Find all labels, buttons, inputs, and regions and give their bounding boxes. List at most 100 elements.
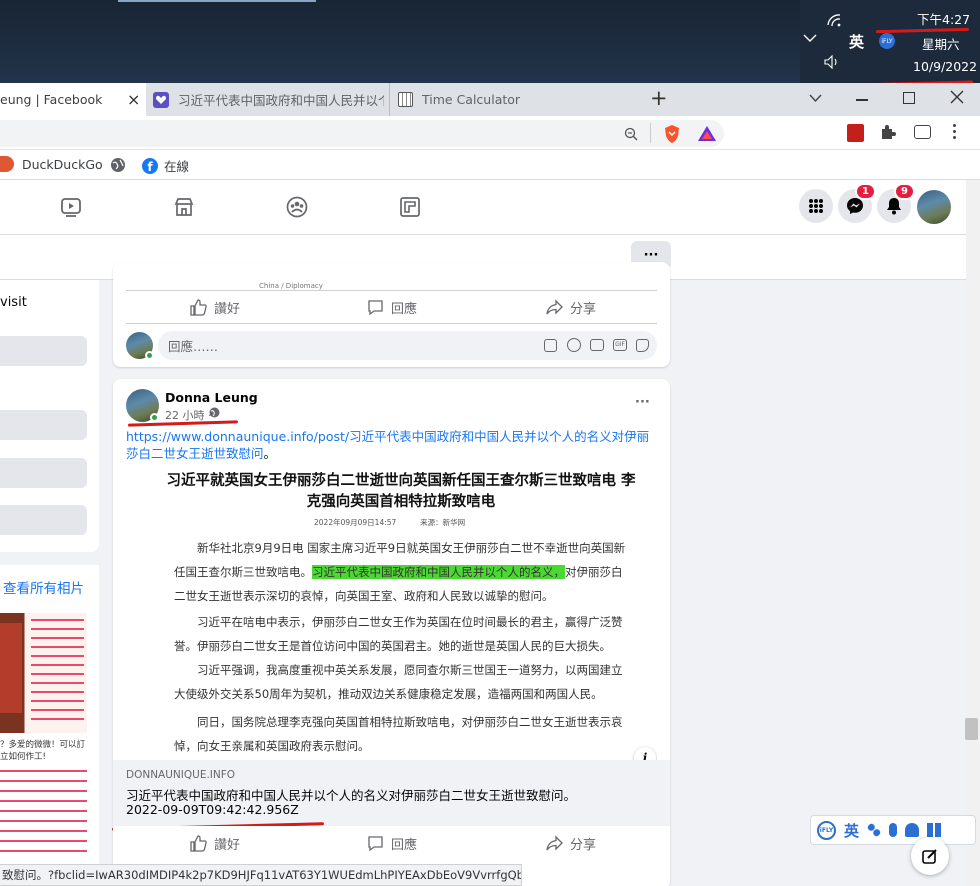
article-paragraph-3: 习近平强调，我高度重视中英关系发展，愿同查尔斯三世国王一道努力，以两国建立大使级… bbox=[174, 663, 623, 701]
zoom-icon[interactable] bbox=[624, 127, 638, 141]
windows-taskbar: 下午4:27 英 iFLY 星期六 10/9/2022 bbox=[0, 0, 980, 87]
link-preview-footer[interactable]: DONNAUNIQUE.INFO 习近平代表中国政府和中国人民并以个人的名义对伊… bbox=[113, 760, 670, 826]
article-paragraph-4: 同日，国务院总理李克强向英国首相特拉斯致唁电，对伊丽莎白二世女王逝世表示哀悼，向… bbox=[174, 715, 623, 753]
post-link-url[interactable]: https://www.donnaunique.info/post/习近平代表中… bbox=[126, 429, 649, 461]
ifly-logo-icon[interactable]: iFLY bbox=[817, 820, 836, 840]
intro-button[interactable] bbox=[0, 336, 87, 366]
ime-language-toggle[interactable]: 英 bbox=[844, 820, 859, 841]
tab-search-chevron-icon[interactable] bbox=[809, 94, 822, 103]
comment-button[interactable]: 回應 bbox=[367, 298, 417, 317]
like-button[interactable]: 讚好 bbox=[190, 834, 240, 853]
site-favicon-icon bbox=[153, 91, 169, 108]
bookmark-label: DuckDuckGo bbox=[22, 156, 103, 172]
groups-icon[interactable] bbox=[286, 196, 308, 218]
messenger-badge: 1 bbox=[855, 183, 876, 200]
maximize-icon[interactable] bbox=[903, 92, 915, 104]
photo-thumbnail-2[interactable] bbox=[0, 770, 87, 860]
user-icon[interactable] bbox=[905, 823, 920, 837]
microphone-icon[interactable] bbox=[889, 823, 898, 837]
scrollbar-thumb[interactable] bbox=[965, 718, 978, 740]
online-status-dot bbox=[150, 413, 159, 422]
ifly-ime-toolbar: iFLY 英 bbox=[810, 815, 976, 845]
wifi-icon[interactable] bbox=[826, 12, 842, 28]
article-meta: 2022年09月09日14:57 来源：新华网 bbox=[314, 518, 466, 527]
window-close-icon[interactable] bbox=[950, 90, 964, 104]
omnibox[interactable] bbox=[0, 120, 724, 147]
comment-button[interactable]: 回應 bbox=[367, 834, 417, 853]
tab-facebook[interactable]: eung | Facebook × bbox=[0, 83, 146, 116]
intro-button[interactable] bbox=[0, 458, 87, 488]
intro-button[interactable] bbox=[0, 410, 87, 440]
camera-icon[interactable] bbox=[590, 339, 604, 351]
article-preview-image[interactable]: 习近平就英国女王伊丽莎白二世逝世向英国新任国王查尔斯三世致唁电 李克强向英国首相… bbox=[126, 470, 657, 760]
facebook-top-nav: 1 9 bbox=[0, 180, 966, 235]
post-actions-bar: 讚好 回應 分享 bbox=[113, 826, 670, 866]
tab-label: Time Calculator bbox=[422, 92, 521, 107]
photo-text-lines bbox=[31, 619, 84, 727]
pdf-extension-icon[interactable] bbox=[847, 124, 864, 142]
browser-tab-bar: eung | Facebook × 习近平代表中国政府和中国人民并以个 Time… bbox=[0, 83, 980, 116]
thumbs-up-icon bbox=[190, 835, 207, 852]
minimize-icon[interactable] bbox=[856, 99, 868, 101]
intro-text: visit bbox=[0, 295, 27, 310]
post-card-previous: China / Diplomacy 讚好 回應 分享 回應…… GIF bbox=[113, 262, 670, 367]
menu-grid-button[interactable] bbox=[799, 189, 833, 223]
intro-button[interactable] bbox=[0, 505, 87, 535]
divider bbox=[126, 323, 657, 324]
wallet-icon[interactable] bbox=[914, 125, 931, 139]
page-scrollbar[interactable] bbox=[966, 180, 980, 886]
share-button[interactable]: 分享 bbox=[546, 834, 596, 853]
share-icon bbox=[546, 835, 563, 851]
tab-time-calculator[interactable]: Time Calculator bbox=[390, 83, 634, 116]
clock-time[interactable]: 下午4:27 bbox=[917, 9, 970, 28]
marketplace-icon[interactable] bbox=[173, 196, 195, 218]
speaker-icon[interactable] bbox=[824, 55, 840, 69]
gaming-icon[interactable] bbox=[399, 196, 421, 218]
emoji-icon[interactable] bbox=[567, 338, 581, 352]
ime-language-indicator[interactable]: 英 bbox=[849, 31, 864, 52]
new-tab-button[interactable]: + bbox=[650, 86, 668, 110]
bookmark-online[interactable]: f 在線 bbox=[142, 156, 189, 175]
taskbar-background bbox=[0, 0, 800, 83]
bookmark-duckduckgo[interactable]: DuckDuckGo bbox=[0, 156, 103, 172]
photo-thumbnail[interactable] bbox=[0, 613, 87, 733]
date-label[interactable]: 10/9/2022 bbox=[913, 59, 977, 74]
bookmarks-bar: DuckDuckGo f 在線 bbox=[0, 150, 980, 180]
comment-label: 回應 bbox=[391, 302, 418, 317]
weekday-label[interactable]: 星期六 bbox=[922, 34, 960, 53]
sticker-icon[interactable] bbox=[636, 339, 649, 352]
address-toolbar bbox=[0, 116, 980, 150]
article-paragraph-1: 新华社北京9月9日电 国家主席习近平9日就英国女王伊丽莎白二世不幸逝世向英国新任… bbox=[126, 536, 657, 608]
menu-dots-icon[interactable] bbox=[953, 124, 956, 139]
photo-caption: ？多爱的微微！可以訂立如何作工! bbox=[0, 740, 86, 762]
ifly-tray-icon[interactable]: iFLY bbox=[879, 33, 895, 49]
gif-icon[interactable]: GIF bbox=[613, 339, 627, 351]
avatar-sticker-icon[interactable] bbox=[544, 339, 557, 352]
like-button[interactable]: 讚好 bbox=[190, 298, 240, 317]
apps-grid-icon[interactable] bbox=[927, 823, 942, 837]
share-button[interactable]: 分享 bbox=[546, 298, 596, 317]
article-headline: 习近平就英国女王伊丽莎白二世逝世向英国新任国王查尔斯三世致唁电 李克强向英国首相… bbox=[166, 472, 636, 510]
brave-shield-icon[interactable] bbox=[663, 124, 681, 144]
tab-label: 习近平代表中国政府和中国人民并以个 bbox=[178, 93, 384, 108]
post-link-text[interactable]: https://www.donnaunique.info/post/习近平代表中… bbox=[126, 428, 659, 462]
new-message-button[interactable] bbox=[911, 837, 949, 875]
watch-video-icon[interactable] bbox=[60, 196, 82, 218]
globe-icon[interactable] bbox=[110, 157, 126, 173]
chevron-up-icon[interactable] bbox=[803, 33, 817, 43]
comment-input[interactable]: 回應…… GIF bbox=[158, 331, 657, 360]
see-all-photos-link[interactable]: 查看所有相片 bbox=[3, 577, 84, 597]
author-name[interactable]: Donna Leung bbox=[165, 390, 258, 405]
tab-article[interactable]: 习近平代表中国政府和中国人民并以个 bbox=[146, 83, 390, 116]
notifications-button[interactable]: 9 bbox=[877, 183, 915, 223]
profile-avatar[interactable] bbox=[917, 190, 951, 224]
messenger-button[interactable]: 1 bbox=[838, 183, 876, 223]
extensions-puzzle-icon[interactable] bbox=[879, 124, 896, 141]
close-tab-icon[interactable]: × bbox=[127, 90, 140, 109]
brave-rewards-icon[interactable] bbox=[697, 125, 717, 142]
facebook-icon: f bbox=[142, 157, 158, 174]
post-options-button[interactable]: ··· bbox=[635, 395, 650, 410]
compose-icon bbox=[922, 849, 937, 864]
punctuation-icon[interactable] bbox=[867, 823, 882, 837]
photos-card: 查看所有相片 ？多爱的微微！可以訂立如何作工! bbox=[0, 565, 99, 886]
